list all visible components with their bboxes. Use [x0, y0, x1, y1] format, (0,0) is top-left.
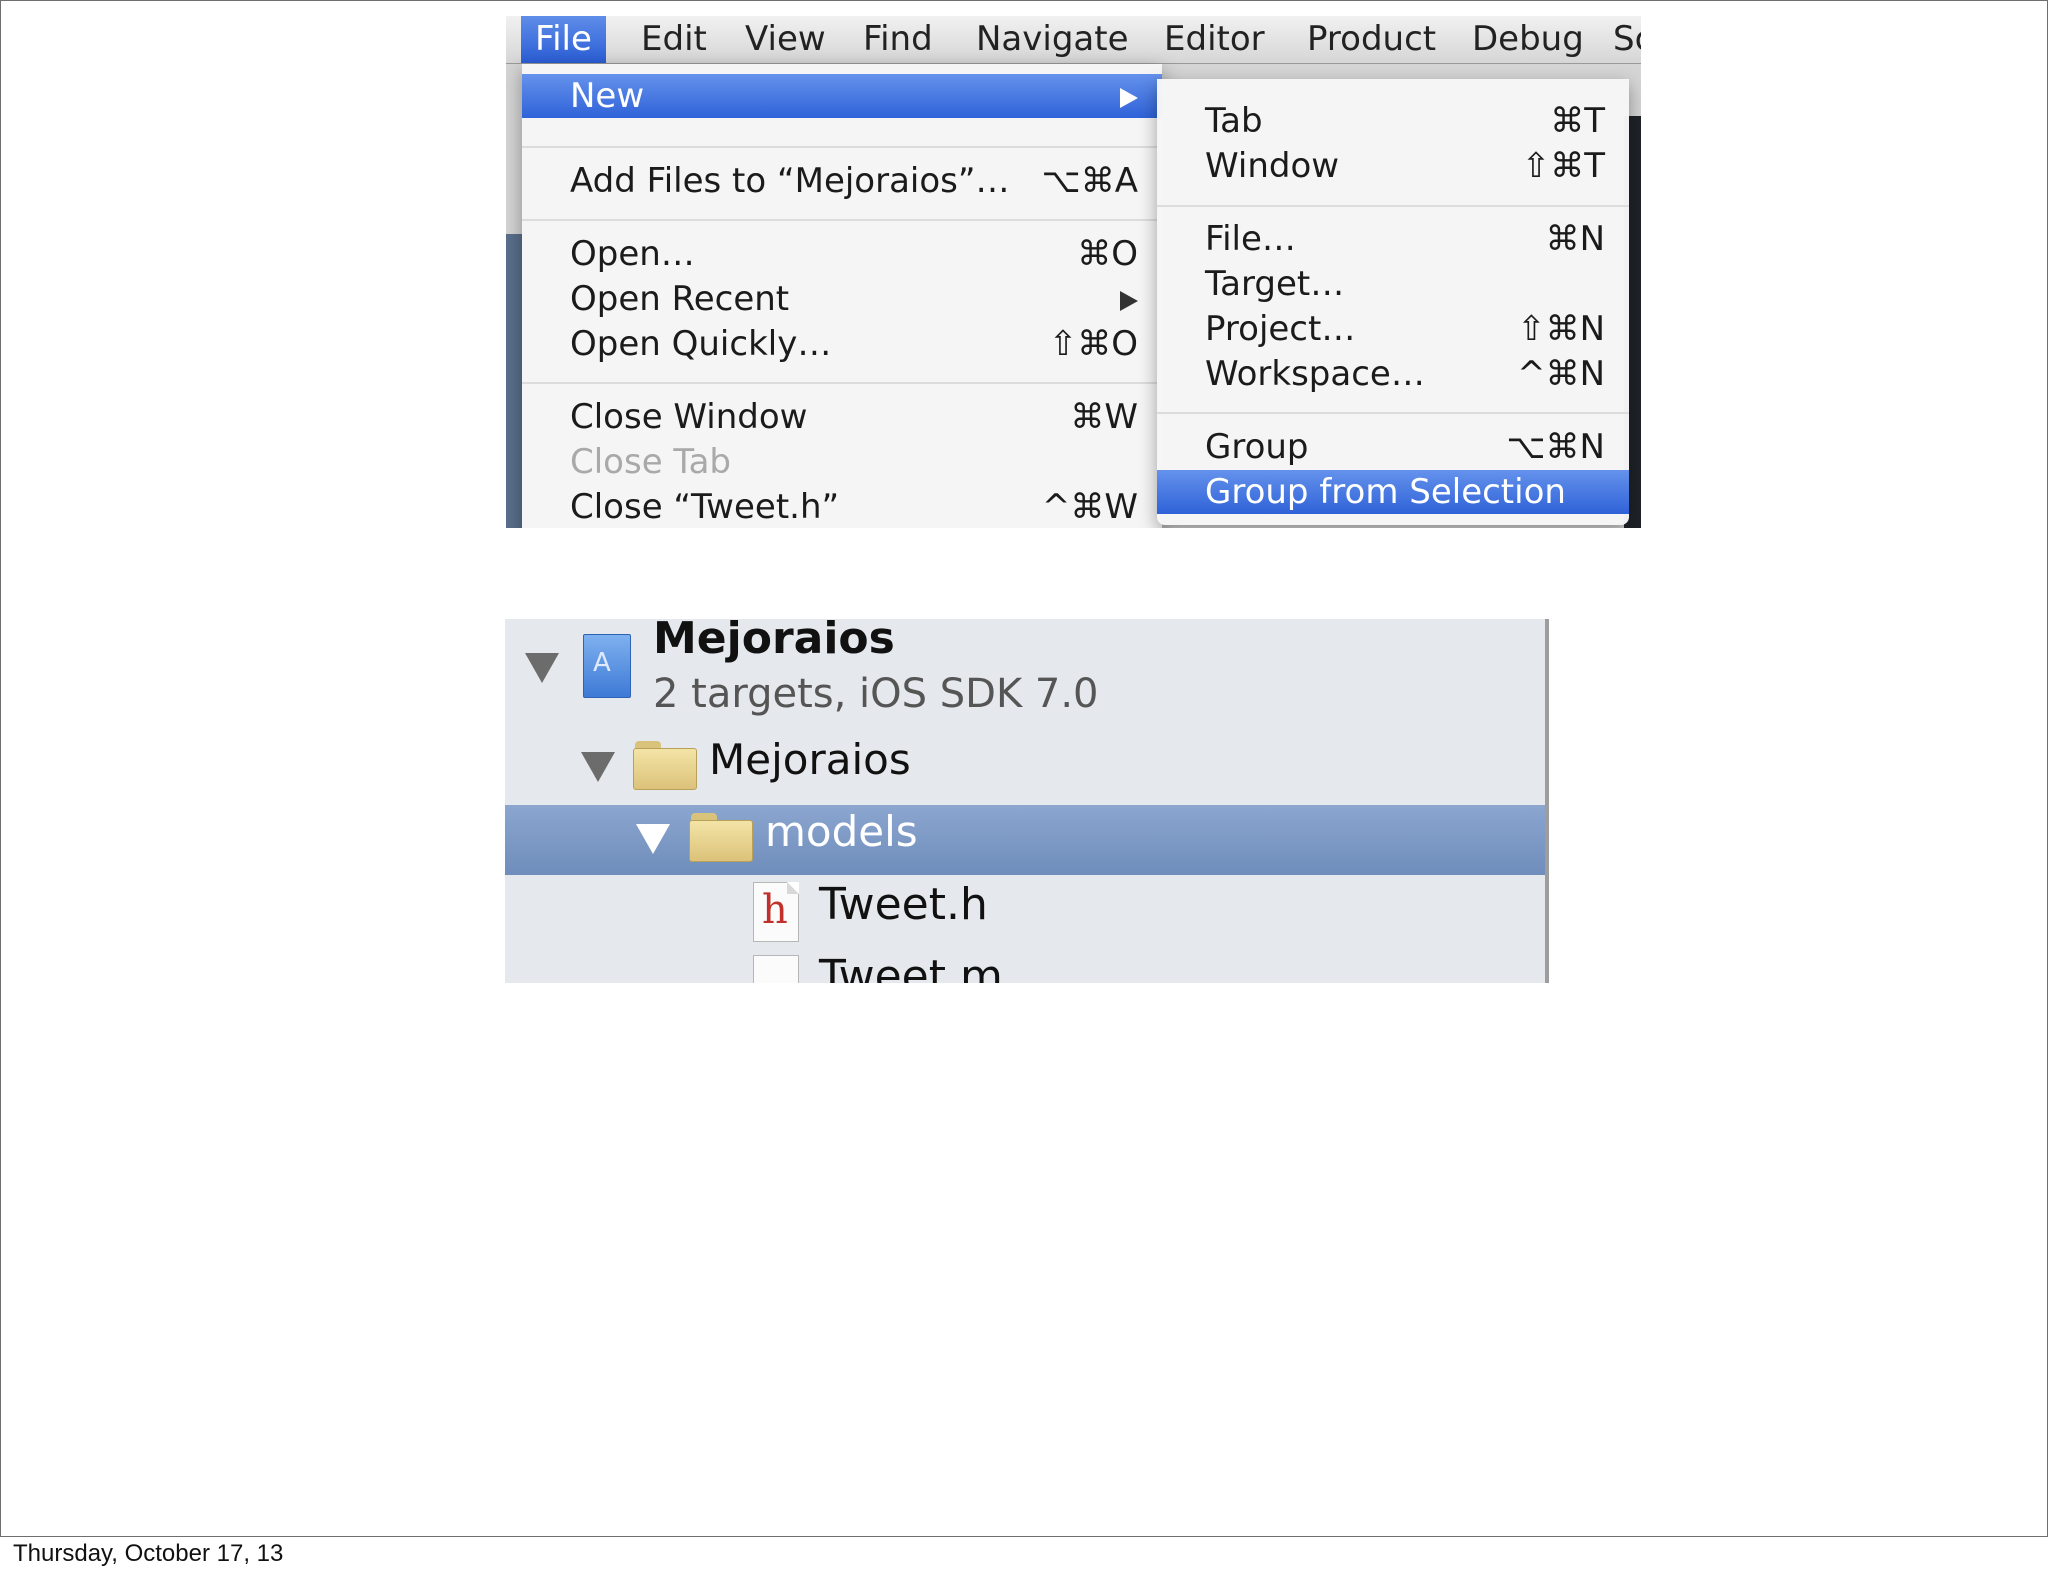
- menu-item-label: Workspace…: [1205, 354, 1425, 394]
- shortcut: ⇧⌘T: [1521, 146, 1605, 186]
- menu-item-label: Target…: [1205, 264, 1345, 304]
- menu-view[interactable]: View: [731, 16, 840, 63]
- separator: [522, 382, 1162, 384]
- menu-item-close-file[interactable]: Close “Tweet.h” ^⌘W: [522, 485, 1162, 528]
- disclosure-triangle-icon[interactable]: [525, 653, 559, 683]
- menu-debug[interactable]: Debug: [1458, 16, 1598, 63]
- menu-item-label: Group: [1205, 427, 1309, 467]
- separator: [522, 219, 1162, 221]
- shortcut: ⌘T: [1550, 101, 1605, 141]
- header-file-icon: h: [753, 882, 799, 942]
- menu-item-label: Add Files to “Mejoraios”…: [570, 161, 1010, 201]
- implementation-file-icon: [753, 955, 799, 983]
- submenu-item-target[interactable]: Target…: [1157, 262, 1629, 306]
- project-icon: A: [583, 634, 631, 698]
- menu-screenshot: File Edit View Find Navigate Editor Prod…: [506, 16, 1641, 528]
- menu-product[interactable]: Product: [1293, 16, 1450, 63]
- submenu-arrow-icon: [1120, 74, 1138, 118]
- menu-item-label: Close Tab: [570, 442, 731, 482]
- disclosure-triangle-icon[interactable]: [636, 824, 670, 854]
- project-subtitle: 2 targets, iOS SDK 7.0: [653, 671, 1099, 717]
- submenu-item-file[interactable]: File… ⌘N: [1157, 217, 1629, 261]
- menu-bar: File Edit View Find Navigate Editor Prod…: [506, 16, 1641, 64]
- submenu-item-tab[interactable]: Tab ⌘T: [1157, 99, 1629, 143]
- menu-edit[interactable]: Edit: [627, 16, 721, 63]
- menu-item-label: Tab: [1205, 101, 1263, 141]
- new-submenu: Tab ⌘T Window ⇧⌘T File… ⌘N Target… Proje…: [1157, 79, 1629, 525]
- navigator-screenshot: A Mejoraios 2 targets, iOS SDK 7.0 Mejor…: [505, 619, 1549, 983]
- shortcut: ^⌘N: [1517, 354, 1605, 394]
- file-tweet-m[interactable]: Tweet.m: [819, 951, 1003, 983]
- file-tweet-h[interactable]: Tweet.h: [819, 879, 988, 930]
- shortcut: ⇧⌘O: [1048, 324, 1138, 364]
- menu-item-label: New: [570, 76, 645, 116]
- shortcut: ⌘N: [1545, 219, 1605, 259]
- menu-item-open[interactable]: Open… ⌘O: [522, 232, 1162, 276]
- slide: File Edit View Find Navigate Editor Prod…: [0, 0, 2048, 1537]
- folder-icon: [633, 741, 697, 790]
- menu-editor[interactable]: Editor: [1150, 16, 1279, 63]
- slide-date: Thursday, October 17, 13: [13, 1540, 284, 1567]
- menu-find[interactable]: Find: [849, 16, 947, 63]
- menu-item-open-quickly[interactable]: Open Quickly… ⇧⌘O: [522, 322, 1162, 366]
- menu-item-new[interactable]: New: [522, 74, 1162, 118]
- menu-item-label: Close “Tweet.h”: [570, 487, 840, 527]
- menu-item-close-tab: Close Tab: [522, 440, 1162, 484]
- separator: [1157, 412, 1629, 414]
- menu-item-label: Group from Selection: [1205, 472, 1566, 512]
- menu-file[interactable]: File: [521, 16, 606, 63]
- menu-navigate[interactable]: Navigate: [962, 16, 1143, 63]
- menu-item-label: Project…: [1205, 309, 1356, 349]
- project-name[interactable]: Mejoraios: [653, 619, 895, 664]
- menu-item-label: File…: [1205, 219, 1296, 259]
- menu-item-label: Open Recent: [570, 279, 790, 319]
- menu-item-open-recent[interactable]: Open Recent: [522, 277, 1162, 321]
- menu-item-add-files[interactable]: Add Files to “Mejoraios”… ⌥⌘A: [522, 159, 1162, 203]
- shortcut: ⌘W: [1070, 397, 1138, 437]
- shortcut: ⌥⌘A: [1041, 161, 1138, 201]
- group-models[interactable]: models: [765, 807, 918, 856]
- shortcut: ⌥⌘N: [1506, 427, 1605, 467]
- shortcut: ⇧⌘N: [1517, 309, 1605, 349]
- group-mejoraios[interactable]: Mejoraios: [709, 735, 911, 784]
- disclosure-triangle-icon[interactable]: [581, 752, 615, 782]
- submenu-item-workspace[interactable]: Workspace… ^⌘N: [1157, 352, 1629, 396]
- submenu-item-group-from-selection[interactable]: Group from Selection: [1157, 470, 1629, 514]
- menu-item-close-window[interactable]: Close Window ⌘W: [522, 395, 1162, 439]
- file-menu: New Add Files to “Mejoraios”… ⌥⌘A Open… …: [522, 64, 1162, 528]
- menu-item-label: Window: [1205, 146, 1340, 186]
- submenu-item-window[interactable]: Window ⇧⌘T: [1157, 144, 1629, 188]
- shortcut: ^⌘W: [1041, 487, 1138, 527]
- submenu-item-group[interactable]: Group ⌥⌘N: [1157, 425, 1629, 469]
- menu-item-label: Open…: [570, 234, 695, 274]
- submenu-arrow-icon: [1120, 277, 1138, 321]
- folder-icon: [689, 813, 753, 862]
- shortcut: ⌘O: [1077, 234, 1138, 274]
- menu-item-label: Close Window: [570, 397, 808, 437]
- submenu-item-project[interactable]: Project… ⇧⌘N: [1157, 307, 1629, 351]
- menu-source-control[interactable]: Sc: [1599, 16, 1641, 63]
- menu-item-label: Open Quickly…: [570, 324, 832, 364]
- separator: [522, 146, 1162, 148]
- separator: [1157, 205, 1629, 207]
